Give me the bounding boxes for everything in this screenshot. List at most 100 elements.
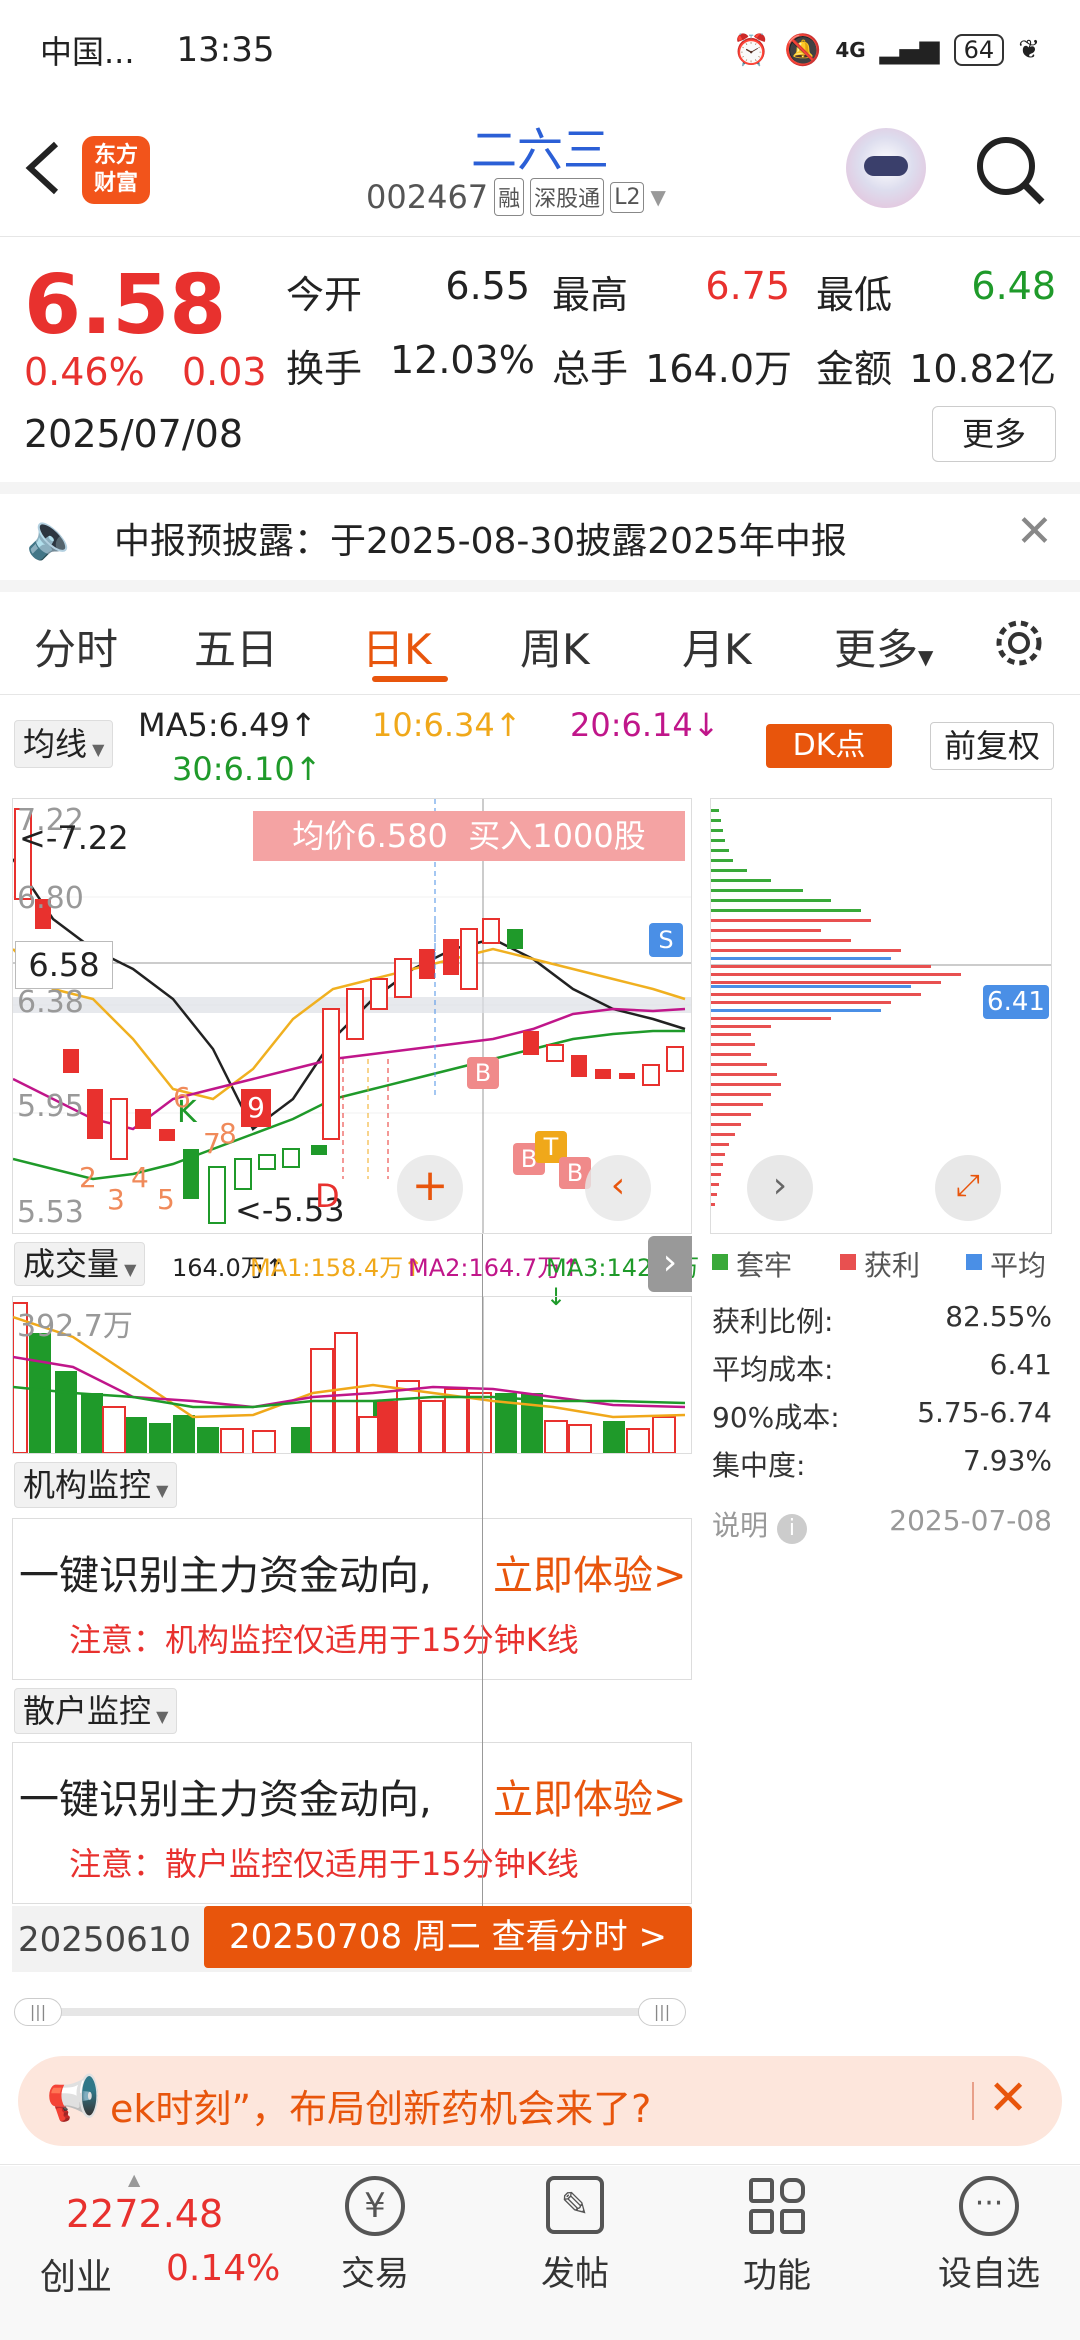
low-label: 最低 <box>816 273 893 317</box>
more-button[interactable]: 更多 <box>932 406 1056 462</box>
speaker-icon: 🔈 <box>26 511 81 562</box>
nav-trade[interactable]: ¥ 交易 <box>310 2166 440 2340</box>
kline-chart[interactable]: 7.22 <-7.22 6.80 6.58 6.38 5.95 5.53 <-5… <box>12 798 692 1234</box>
y-axis-mid1: 6.80 <box>17 881 84 916</box>
institution-note: 注意：机构监控仅适用于15分钟K线 <box>69 1621 579 1659</box>
right-handle[interactable]: ||| <box>638 1998 686 2026</box>
chip-scroll-right-button[interactable]: › <box>747 1155 813 1221</box>
chip-distribution[interactable]: 6.41 › ⤢ <box>710 798 1052 1234</box>
legend-average-swatch <box>966 1254 982 1270</box>
ma5-label: MA5:6.49↑ <box>138 706 317 744</box>
edit-icon: ✎ <box>546 2176 604 2234</box>
status-bar: 中国... 13:35 ⏰ 🔕 4G ▂▄▆ 64 ❦ <box>0 0 1080 100</box>
volume-selector[interactable]: 成交量 ▼ <box>14 1242 146 1286</box>
range-scrollbar[interactable]: ||| ||| <box>14 1998 690 2026</box>
institution-headline: 一键识别主力资金动向, <box>19 1553 432 1599</box>
robot-avatar[interactable] <box>846 128 926 208</box>
tab-weekly-k[interactable]: 周K <box>520 616 590 677</box>
dk-button[interactable]: DK点 <box>766 724 892 768</box>
quote-panel: 6.58 0.46% 0.03 2025/07/08 今开 6.55 最高 6.… <box>0 238 1080 488</box>
crosshair-price-tag: 6.58 <box>15 941 113 989</box>
chip-legend: 套牢 获利 平均 <box>710 1244 1052 1284</box>
change-pct: 0.46% <box>24 350 145 394</box>
banner-text: ek时刻”，布局创新药机会来了? <box>110 2087 652 2131</box>
scroll-track <box>34 2008 674 2016</box>
more-dots-icon: ··· <box>959 2176 1019 2236</box>
tab-daily-k[interactable]: 日K <box>362 616 432 677</box>
tab-monthly-k[interactable]: 月K <box>682 616 752 677</box>
ma-selector[interactable]: 均线 ▼ <box>14 720 114 768</box>
index-widget[interactable]: ▲ 2272.48 创业 0.14% <box>0 2166 280 2340</box>
nav-post[interactable]: ✎ 发帖 <box>510 2166 640 2340</box>
crosshair-vertical <box>482 1234 483 1910</box>
period-tabs: 分时 五日 日K 周K 月K 更多▼ <box>0 592 1080 692</box>
chip-stats: 获利比例: 82.55% 平均成本: 6.41 90%成本: 5.75-6.74… <box>712 1300 1052 1544</box>
tab-intraday[interactable]: 分时 <box>34 616 118 677</box>
retail-panel[interactable]: 一键识别主力资金动向, 立即体验> 注意：散户监控仅适用于15分钟K线 <box>12 1742 692 1904</box>
caret-down-icon: ▼ <box>151 1707 169 1726</box>
nav-functions[interactable]: 功能 <box>712 2166 842 2340</box>
expand-icon[interactable]: ⤢ <box>935 1155 1001 1221</box>
scroll-left-button[interactable]: ‹ <box>585 1155 651 1221</box>
seq-2: 2 <box>79 1161 97 1194</box>
institution-cta[interactable]: 立即体验> <box>493 1543 687 1601</box>
ma10-label: 10:6.34↑ <box>372 706 522 744</box>
adjust-button[interactable]: 前复权 <box>930 722 1054 770</box>
seq-8: 8 <box>219 1117 237 1150</box>
tab-active-indicator <box>372 676 448 682</box>
institution-selector[interactable]: 机构监控 ▼ <box>14 1462 178 1508</box>
d-marker: D <box>315 1177 340 1215</box>
index-value: 2272.48 <box>66 2192 224 2236</box>
open-value: 6.55 <box>445 264 530 308</box>
nav-add-watchlist[interactable]: ··· 设自选 <box>914 2166 1064 2340</box>
badge-l2: L2 <box>610 181 645 213</box>
ma30-label: 30:6.10↑ <box>172 750 322 788</box>
notice-text: 中报预披露：于2025-08-30披露2025年中报 <box>114 521 847 562</box>
average-cost: 6.41 <box>989 1348 1052 1381</box>
tab-more[interactable]: 更多▼ <box>834 616 933 677</box>
close-icon[interactable]: ✕ <box>1016 506 1053 557</box>
left-handle[interactable]: ||| <box>14 1998 62 2026</box>
caret-down-icon: ▼ <box>87 740 105 759</box>
volume-value: 164.0万 <box>645 347 792 391</box>
notice-bar[interactable]: 🔈 中报预披露：于2025-08-30披露2025年中报 ✕ <box>0 494 1080 578</box>
close-icon[interactable]: ✕ <box>988 2070 1028 2126</box>
last-price: 6.58 <box>24 258 227 353</box>
index-name: 创业 <box>40 2257 113 2298</box>
retail-note: 注意：散户监控仅适用于15分钟K线 <box>69 1845 579 1883</box>
retail-cta[interactable]: 立即体验> <box>493 1767 687 1825</box>
high-value: 6.75 <box>705 264 790 308</box>
retail-selector[interactable]: 散户监控 ▼ <box>14 1688 178 1734</box>
institution-panel[interactable]: 一键识别主力资金动向, 立即体验> 注意：机构监控仅适用于15分钟K线 <box>12 1518 692 1680</box>
badge-margin: 融 <box>494 178 525 216</box>
leaf-icon: ❦ <box>1018 35 1040 65</box>
collapse-panel-button[interactable]: › <box>648 1236 692 1292</box>
seq-5: 5 <box>157 1183 175 1216</box>
caret-down-icon: ▼ <box>918 645 934 669</box>
settings-button[interactable] <box>990 614 1048 672</box>
view-intraday-button[interactable]: 20250708 周二 查看分时 > <box>204 1906 692 1968</box>
caret-down-icon: ▼ <box>151 1481 169 1500</box>
search-icon <box>977 137 1045 205</box>
search-button[interactable] <box>974 134 1048 208</box>
banner-divider <box>972 2082 974 2120</box>
avg-price-banner: 均价6.580 买入1000股 <box>253 811 685 861</box>
stock-code-row: 002467 融 深股通 L2 ▼ <box>366 178 666 216</box>
battery-icon: 64 <box>953 34 1005 66</box>
start-date: 20250610 <box>18 1920 192 1960</box>
network-label: 4G <box>835 38 866 62</box>
amount-label: 金额 <box>816 347 893 391</box>
seq-3: 3 <box>107 1183 125 1216</box>
sell-marker: S <box>649 923 683 957</box>
explain-link[interactable]: 说明 i <box>712 1504 807 1544</box>
info-icon: i <box>776 1514 807 1544</box>
profit-ratio: 82.55% <box>945 1300 1052 1333</box>
tab-five-day[interactable]: 五日 <box>194 616 278 677</box>
caret-up-icon: ▲ <box>128 2170 141 2189</box>
promo-banner[interactable]: 📢 ek时刻”，布局创新药机会来了? ✕ <box>18 2056 1062 2146</box>
seq-4: 4 <box>131 1161 149 1194</box>
zoom-in-button[interactable]: + <box>397 1155 463 1221</box>
index-change: 0.14% <box>166 2248 281 2289</box>
change-value: 0.03 <box>182 350 267 394</box>
chevron-down-icon[interactable]: ▼ <box>650 185 665 209</box>
